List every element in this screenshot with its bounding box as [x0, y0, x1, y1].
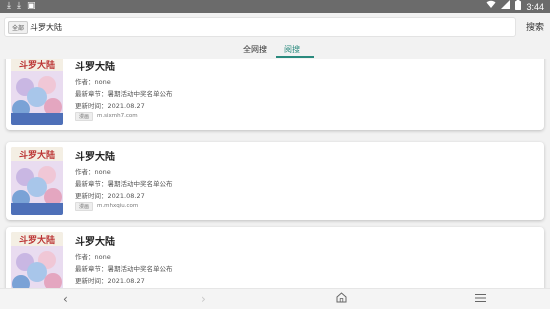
- search-box[interactable]: 全部: [4, 17, 516, 37]
- latest-chapter: 最新章节：暑期活动中奖名单公布: [75, 90, 173, 98]
- wifi-icon: [486, 0, 496, 13]
- search-bar: 全部 搜索: [0, 13, 550, 41]
- search-scope-selector[interactable]: 全部: [8, 21, 29, 34]
- svg-text:斗罗大陆: 斗罗大陆: [19, 59, 55, 71]
- result-card[interactable]: 斗罗大陆 斗罗大陆 作者：none 最新章节：暑期活动中奖名单公布 更新时间：2…: [6, 227, 544, 288]
- update-time: 更新时间：2021.08.27: [75, 277, 145, 285]
- svg-text:斗罗大陆: 斗罗大陆: [19, 149, 55, 161]
- result-list[interactable]: 斗罗大陆 斗罗大陆 作者：none 最新章节：暑期活动中奖名单公布 更新时间：2…: [0, 59, 550, 288]
- search-input[interactable]: [30, 19, 510, 35]
- svg-text:斗罗大陆: 斗罗大陆: [19, 234, 55, 246]
- status-notifications: ⤓ ⤓ ▣: [7, 1, 35, 12]
- back-icon[interactable]: ‹: [63, 292, 68, 306]
- source-domain: m.mhxqiu.com: [97, 203, 139, 209]
- battery-icon: [515, 0, 522, 14]
- result-card[interactable]: 斗罗大陆 斗罗大陆 作者：none 最新章节：暑期活动中奖名单公布 更新时间：2…: [6, 142, 544, 220]
- home-icon[interactable]: [336, 292, 347, 306]
- bottom-nav-bar: ‹ ›: [0, 288, 550, 309]
- search-button[interactable]: 搜索: [526, 20, 544, 33]
- app-notification-icon: ▣: [26, 1, 36, 11]
- book-cover-image: 斗罗大陆: [11, 147, 63, 215]
- book-cover-image: 斗罗大陆: [11, 232, 63, 288]
- book-title: 斗罗大陆: [75, 152, 115, 163]
- active-tab-indicator: [276, 56, 314, 58]
- forward-icon[interactable]: ›: [201, 292, 206, 306]
- source-domain: m.sixmh7.com: [97, 113, 138, 119]
- signal-icon: [501, 0, 511, 13]
- status-system: 3:44: [486, 0, 544, 13]
- book-author: 作者：none: [75, 78, 111, 86]
- tab-all-web[interactable]: 全网搜: [243, 44, 267, 55]
- book-title: 斗罗大陆: [75, 237, 115, 248]
- update-time: 更新时间：2021.08.27: [75, 102, 145, 110]
- status-bar: ⤓ ⤓ ▣ 3:44: [0, 0, 550, 13]
- book-cover-image: 斗罗大陆: [11, 59, 63, 125]
- source-tag: 漫画: [75, 112, 94, 121]
- source-tag: 漫画: [75, 202, 94, 211]
- latest-chapter: 最新章节：暑期活动中奖名单公布: [75, 265, 173, 273]
- book-author: 作者：none: [75, 168, 111, 176]
- book-title: 斗罗大陆: [75, 62, 115, 73]
- download-icon: ⤓: [16, 1, 21, 11]
- update-time: 更新时间：2021.08.27: [75, 192, 145, 200]
- latest-chapter: 最新章节：暑期活动中奖名单公布: [75, 180, 173, 188]
- status-time: 3:44: [526, 1, 544, 12]
- tab-read-search[interactable]: 阅搜: [284, 44, 300, 55]
- search-tabs: 全网搜 阅搜: [0, 41, 550, 59]
- download-icon: ⤓: [7, 1, 11, 11]
- book-author: 作者：none: [75, 253, 111, 261]
- menu-icon[interactable]: [475, 292, 486, 306]
- result-card[interactable]: 斗罗大陆 斗罗大陆 作者：none 最新章节：暑期活动中奖名单公布 更新时间：2…: [6, 59, 544, 130]
